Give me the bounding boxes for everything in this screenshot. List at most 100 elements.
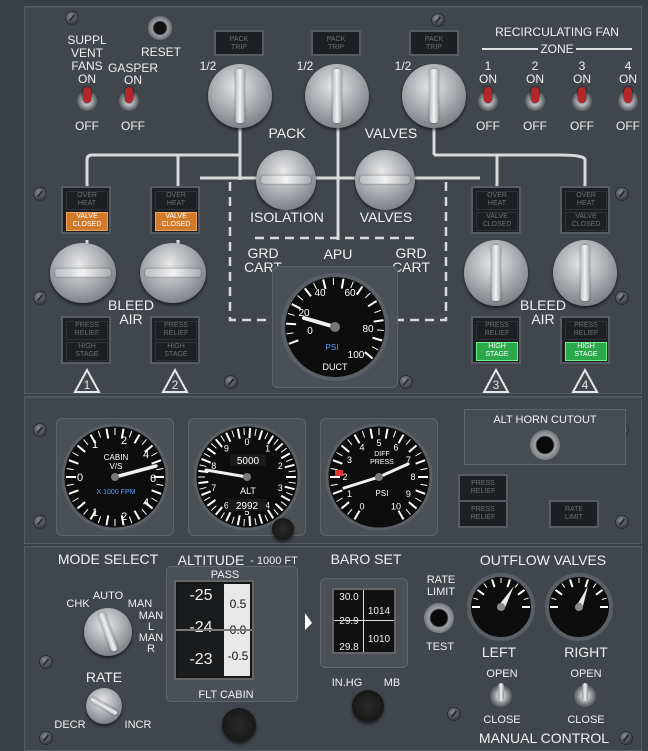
diff-press-number: 9 xyxy=(406,489,411,499)
isolation-valve-left-selector[interactable] xyxy=(256,150,316,210)
zone-2-off-label: OFF xyxy=(523,119,547,133)
pack-trip-2-text-a: PACK xyxy=(326,36,346,43)
altimeter-set-knob[interactable] xyxy=(272,518,294,540)
zone-1-on-label: ON xyxy=(479,72,497,86)
pack-trip-light-3: PACK TRIP xyxy=(411,32,457,54)
cabin-vs-tick-up-1: 1 xyxy=(92,439,98,451)
pass-label: PASS xyxy=(210,569,240,581)
rate-limit-test-button[interactable] xyxy=(424,603,454,633)
duct-gauge-tick-60: 60 xyxy=(344,288,356,299)
gasper-on-label: ON xyxy=(124,73,142,87)
rate-limit-light: RATE LIMIT xyxy=(551,502,597,526)
isolation-valve-right-selector[interactable] xyxy=(355,150,415,210)
reset-button[interactable] xyxy=(148,16,172,40)
engine-3-high-stage-text-a: HIGH xyxy=(488,343,506,350)
left-manual-control-switch[interactable] xyxy=(490,683,512,707)
grd-cart-right-label-1: GRD xyxy=(395,245,427,261)
altimeter-tick xyxy=(248,515,252,526)
diff-press-number: 10 xyxy=(391,501,401,511)
gasper-switch[interactable] xyxy=(119,87,139,111)
engine-2-overheat-text-b: HEAT xyxy=(166,200,186,207)
pack-trip-1-text-a: PACK xyxy=(229,36,249,43)
engine-1-pressure-status-light: PRESS RELIEF HIGH STAGE xyxy=(63,318,109,362)
engine-1-high-stage-text-a: HIGH xyxy=(78,343,96,350)
engine-3-overheat-text-a: OVER xyxy=(487,192,507,199)
press-relief-b-text-b: RELIEF xyxy=(470,514,496,521)
duct-lines xyxy=(85,108,587,258)
altimeter-tick xyxy=(248,428,252,439)
engine-1-high-stage-text-b: STAGE xyxy=(75,351,99,358)
pack-trip-3-text-a: PACK xyxy=(424,36,444,43)
recirc-fan-zone-4-switch[interactable] xyxy=(618,87,638,111)
mode-select-knob[interactable] xyxy=(84,608,132,656)
duct-gauge-tick-40: 40 xyxy=(314,288,326,299)
diff-press-unit: PSI xyxy=(376,489,389,498)
suppl-vent-fans-off-label: OFF xyxy=(75,119,99,133)
engine-3-high-stage-text-b: STAGE xyxy=(485,351,509,358)
pack-3-half-label: 1/2 xyxy=(394,59,412,73)
engine-1-press-relief-text-a: PRESS xyxy=(75,322,99,329)
pack-trip-light-1: PACK TRIP xyxy=(216,32,262,54)
duct-gauge-tick-100: 100 xyxy=(348,350,365,361)
press-relief-a-text-b: RELIEF xyxy=(470,488,496,495)
pack-2-selector[interactable] xyxy=(305,64,369,128)
pack-trip-light-2: PACK TRIP xyxy=(313,32,359,54)
baro-set-label: BARO SET xyxy=(330,551,402,567)
diff-press-number: 8 xyxy=(410,472,415,482)
cabin-vs-tick-0: 0 xyxy=(77,472,83,484)
engine-3-bleed-status-light: OVER HEAT VALVE CLOSED xyxy=(473,188,519,232)
recirc-fan-zone-1-switch[interactable] xyxy=(478,87,498,111)
right-manual-control-switch[interactable] xyxy=(574,683,596,707)
duct-gauge-tick xyxy=(373,319,384,323)
engine-4-bleed-valve-selector[interactable] xyxy=(553,240,617,306)
pack-1-selector[interactable] xyxy=(208,64,272,128)
alt-horn-cutout-button[interactable] xyxy=(530,430,560,460)
diff-press-label-2: PRESS xyxy=(370,459,394,466)
tape-left-23: -23 xyxy=(189,651,213,668)
engine-3-valve-closed-text-a: VALVE xyxy=(486,213,508,220)
engine-2-valve-closed-text-b: CLOSED xyxy=(161,221,191,228)
zone-1-label: 1 xyxy=(484,59,492,73)
engine-4-valve-closed-text-a: VALVE xyxy=(575,213,597,220)
pack-valves-valves-label: VALVES xyxy=(364,125,418,141)
diff-press-label-1: DIFF xyxy=(374,451,390,458)
baro-inhg-label: IN.HG xyxy=(331,677,363,689)
cabin-vs-label-1: CABIN xyxy=(104,453,129,462)
diff-press-number: 4 xyxy=(359,443,364,453)
grd-cart-left-label-1: GRD xyxy=(247,245,279,261)
engine-4-bleed-status-light: OVER HEAT VALVE CLOSED xyxy=(562,188,608,232)
altimeter-number: 3 xyxy=(278,483,283,493)
engine-1-bleed-valve-selector[interactable] xyxy=(50,243,116,303)
engine-4-high-stage-text-a: HIGH xyxy=(577,343,595,350)
suppl-vent-fans-switch[interactable] xyxy=(77,87,97,111)
recirc-fan-zone-2-switch[interactable] xyxy=(525,87,545,111)
pack-3-selector[interactable] xyxy=(402,64,466,128)
baro-index-horizontal xyxy=(334,620,394,621)
rate-limit-test-label: TEST xyxy=(425,641,455,653)
baro-set-knob[interactable] xyxy=(352,690,384,722)
altimeter-baro-value: 2992 xyxy=(236,501,259,512)
duct-gauge-hub xyxy=(330,322,340,332)
engine-2-bleed-valve-selector[interactable] xyxy=(140,243,206,303)
altitude-set-knob[interactable] xyxy=(222,708,256,742)
engine-3-bleed-valve-selector[interactable] xyxy=(464,240,528,306)
rate-knob[interactable] xyxy=(86,688,122,724)
differential-pressure-gauge: 01234 5 678910 DIFF PRESS PSI xyxy=(325,423,433,531)
altimeter-number: 7 xyxy=(211,483,216,493)
engine-2-high-stage-text-a: HIGH xyxy=(167,343,185,350)
engine-4-high-stage-text-b: STAGE xyxy=(574,351,598,358)
engine-1-valve-closed-light: VALVE CLOSED xyxy=(66,212,108,231)
right-open-label: OPEN xyxy=(570,668,602,680)
flt-cabin-label: FLT CABIN xyxy=(198,689,254,701)
diff-press-red-mark xyxy=(335,470,343,476)
left-outflow-hub xyxy=(497,603,505,611)
baro-inhg-30.0: 30.0 xyxy=(339,592,359,603)
right-close-label: CLOSE xyxy=(567,714,605,726)
diff-press-number: 2 xyxy=(342,472,347,482)
engine-2-overheat-light: OVER HEAT xyxy=(155,191,197,210)
engine-4-press-relief-light: PRESS RELIEF xyxy=(565,321,607,340)
engine-1-valve-closed-text-a: VALVE xyxy=(76,213,98,220)
altimeter-label: ALT xyxy=(240,486,256,496)
recirc-fan-zone-3-switch[interactable] xyxy=(572,87,592,111)
left-close-label: CLOSE xyxy=(483,714,521,726)
